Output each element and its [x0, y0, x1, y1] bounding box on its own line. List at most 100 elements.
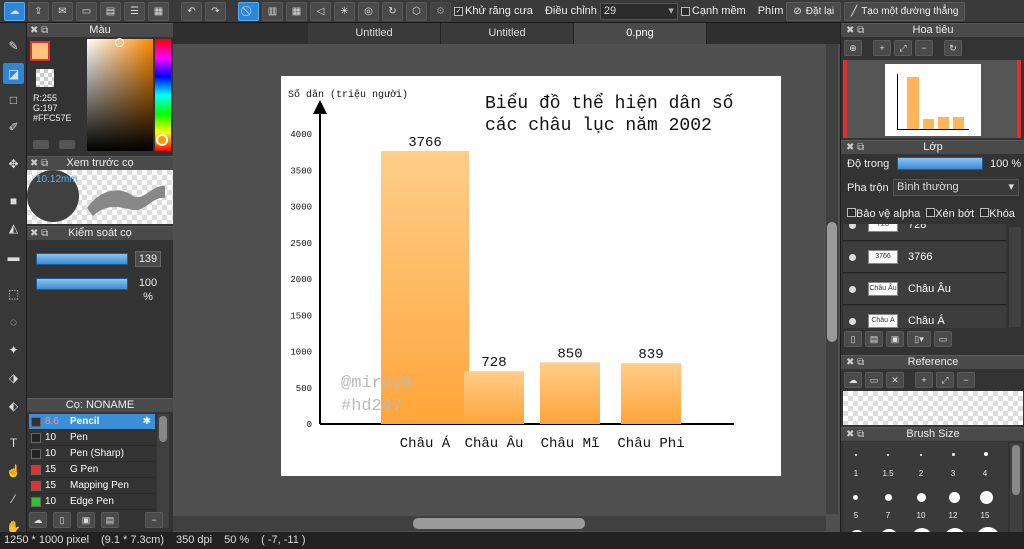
- brush-item[interactable]: 10 Pen (Sharp): [29, 446, 155, 462]
- tab-0-png[interactable]: 0.png: [574, 23, 707, 44]
- new-brush-icon[interactable]: ▯: [53, 512, 71, 528]
- visibility-icon[interactable]: [849, 317, 856, 325]
- cloud-icon[interactable]: ☁: [844, 372, 862, 388]
- select-pen-icon[interactable]: ⬗: [3, 367, 24, 388]
- canvas-vscroll-thumb[interactable]: [827, 222, 837, 342]
- brush-size-slider[interactable]: [36, 253, 128, 265]
- panel-controls-icon[interactable]: ✖ ⧉: [30, 24, 48, 37]
- export-icon[interactable]: ⇪: [28, 1, 49, 21]
- clipping-checkbox[interactable]: Xén bớt: [926, 208, 974, 220]
- brush-menu-icon[interactable]: ▣: [77, 512, 95, 528]
- operation-tool-icon[interactable]: ☝: [3, 460, 24, 481]
- visibility-icon[interactable]: [849, 224, 856, 229]
- new-layer-1bit-icon[interactable]: ▣: [886, 331, 904, 347]
- zoom-icon[interactable]: ⊕: [844, 40, 862, 56]
- zoom-out-icon[interactable]: −: [915, 40, 933, 56]
- page-icon[interactable]: ▤: [100, 1, 121, 21]
- transparent-swatch[interactable]: [36, 69, 54, 87]
- cloud-icon[interactable]: ☁: [4, 1, 25, 21]
- magic-wand-icon[interactable]: ✦: [3, 339, 24, 360]
- shape-snap-icon[interactable]: ⬡: [406, 1, 427, 21]
- visibility-icon[interactable]: [849, 253, 856, 261]
- fit-icon[interactable]: ⤢: [936, 372, 954, 388]
- brush-item[interactable]: 10 Edge Pen: [29, 494, 155, 510]
- panel-controls-icon[interactable]: ✖ ⧉: [846, 428, 864, 441]
- select-eraser-icon[interactable]: ⬖: [3, 395, 24, 416]
- rotate-icon[interactable]: ↻: [944, 40, 962, 56]
- color-palette-icon[interactable]: [59, 140, 75, 149]
- blend-mode-select[interactable]: Bình thường ▾: [893, 179, 1019, 196]
- eraser-tool-icon[interactable]: ◪: [3, 63, 24, 84]
- brush-opacity-slider[interactable]: [36, 278, 128, 290]
- bucket-tool-icon[interactable]: ◭: [3, 217, 24, 238]
- reset-button[interactable]: ⊘ Đặt lại: [786, 1, 842, 21]
- redo-icon[interactable]: ↷: [205, 1, 226, 21]
- close-icon[interactable]: ✕: [886, 372, 904, 388]
- antialias-checkbox[interactable]: ✓ Khử răng cưa: [454, 5, 533, 17]
- cloud-brush-icon[interactable]: ☁: [29, 512, 47, 528]
- eyedropper-icon[interactable]: ⁄: [3, 488, 24, 509]
- speech-icon[interactable]: ▭: [76, 1, 97, 21]
- brush-item[interactable]: 15 Mapping Pen: [29, 478, 155, 494]
- layer-item[interactable]: Châu Á Châu Á: [843, 306, 1006, 328]
- zoom-out-icon[interactable]: −: [957, 372, 975, 388]
- new-layer-8bit-icon[interactable]: ▤: [865, 331, 883, 347]
- protect-alpha-checkbox[interactable]: Bảo vệ alpha: [847, 208, 920, 220]
- layer-item[interactable]: Châu Âu Châu Âu: [843, 274, 1006, 305]
- zoom-in-icon[interactable]: +: [915, 372, 933, 388]
- brush-settings-icon[interactable]: ✱: [143, 416, 151, 427]
- tab-untitled-2[interactable]: Untitled: [441, 23, 574, 44]
- open-folder-icon[interactable]: ▭: [865, 372, 883, 388]
- brush-tool-icon[interactable]: ✎: [3, 35, 24, 56]
- layer-item[interactable]: 728 728: [843, 224, 1006, 241]
- parallel-snap-icon[interactable]: ▥: [262, 1, 283, 21]
- brush-item[interactable]: 8.6 Pencil ✱: [29, 414, 155, 430]
- saturation-value-picker[interactable]: [87, 39, 153, 151]
- curve-snap-icon[interactable]: ↻: [382, 1, 403, 21]
- make-line-button[interactable]: ╱ Tạo một đường thẳng: [844, 1, 966, 21]
- dot-tool-icon[interactable]: □: [3, 89, 24, 110]
- hue-cursor[interactable]: [156, 134, 168, 146]
- lock-checkbox[interactable]: Khóa: [980, 208, 1015, 220]
- adjust-select[interactable]: 29: [599, 2, 678, 20]
- brush-list-scrollbar[interactable]: [157, 414, 169, 528]
- brush-size-value[interactable]: 139: [135, 251, 161, 267]
- brush-item[interactable]: 15 G Pen: [29, 462, 155, 478]
- panel-controls-icon[interactable]: ✖ ⧉: [30, 227, 48, 240]
- primary-color-swatch[interactable]: [30, 41, 50, 61]
- add-layer-menu-icon[interactable]: ▯▾: [907, 331, 931, 347]
- list-icon[interactable]: ☰: [124, 1, 145, 21]
- panel-icon[interactable]: ▦: [148, 1, 169, 21]
- soft-edge-checkbox[interactable]: Cạnh mềm: [680, 5, 746, 17]
- radial-snap-icon[interactable]: ✳: [334, 1, 355, 21]
- settings-icon[interactable]: ⚙: [430, 1, 451, 21]
- panel-controls-icon[interactable]: ✖ ⧉: [30, 157, 48, 170]
- lasso-tool-icon[interactable]: ◌: [3, 311, 24, 332]
- artwork-canvas[interactable]: Số dân (triệu người) Biểu đồ thể hiện dâ…: [281, 76, 781, 476]
- rect-tool-icon[interactable]: ■: [3, 190, 24, 211]
- fit-icon[interactable]: ⤢: [894, 40, 912, 56]
- color-mode-icon[interactable]: [33, 140, 49, 149]
- brush-item[interactable]: 10 Pen: [29, 430, 155, 446]
- visibility-icon[interactable]: [849, 285, 856, 293]
- layer-scrollbar[interactable]: [1009, 227, 1021, 327]
- canvas-hscroll-thumb[interactable]: [413, 518, 585, 529]
- panel-controls-icon[interactable]: ✖ ⧉: [846, 356, 864, 369]
- select-tool-icon[interactable]: ⬚: [3, 283, 24, 304]
- no-snap-icon[interactable]: ⃠: [238, 1, 259, 21]
- folder-icon[interactable]: ▭: [934, 331, 952, 347]
- panel-controls-icon[interactable]: ✖ ⧉: [846, 141, 864, 154]
- reference-view[interactable]: [843, 391, 1023, 425]
- move-tool-icon[interactable]: ✥: [3, 153, 24, 174]
- sv-cursor[interactable]: [115, 38, 124, 47]
- zoom-in-icon[interactable]: +: [873, 40, 891, 56]
- blur-tool-icon[interactable]: ✐: [3, 116, 24, 137]
- concentric-snap-icon[interactable]: ◎: [358, 1, 379, 21]
- delete-brush-icon[interactable]: −: [145, 512, 163, 528]
- undo-icon[interactable]: ↶: [181, 1, 202, 21]
- layer-item[interactable]: 3766 3766: [843, 242, 1006, 273]
- navigator-view[interactable]: [843, 60, 1021, 138]
- perspective-snap-icon[interactable]: ◁: [310, 1, 331, 21]
- comment-icon[interactable]: ✉: [52, 1, 73, 21]
- layer-opacity-slider[interactable]: [897, 157, 983, 170]
